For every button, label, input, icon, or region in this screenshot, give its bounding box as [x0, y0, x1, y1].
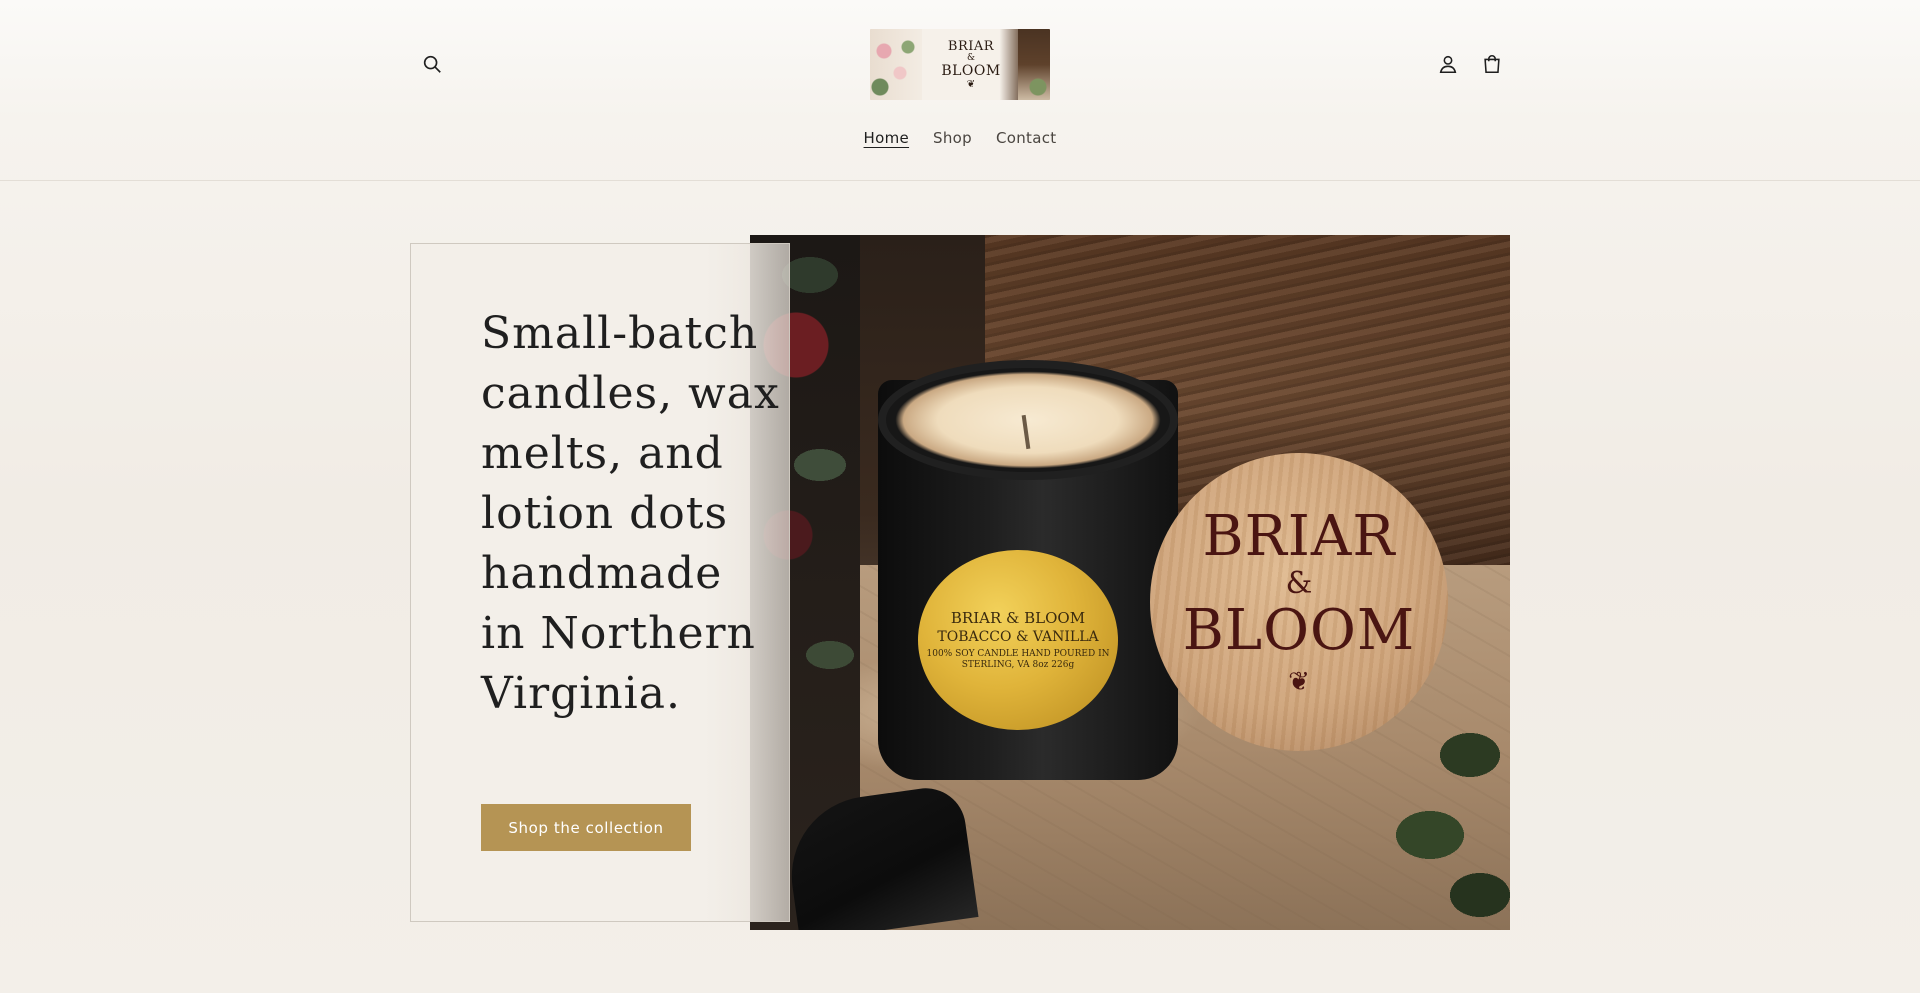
hero-headline: Small-batch candles, wax melts, and loti…: [481, 308, 780, 719]
lid-text-bloom: BLOOM: [1182, 598, 1416, 663]
logo-text-bloom: BLOOM: [941, 62, 1001, 79]
search-button[interactable]: [416, 48, 448, 80]
candle-jar: BRIAR & BLOOM TOBACCO & VANILLA 100% SOY…: [878, 360, 1178, 780]
candle-label-scent: TOBACCO & VANILLA: [937, 629, 1099, 646]
nav-link-home[interactable]: Home: [852, 127, 922, 149]
nav-link-contact[interactable]: Contact: [984, 127, 1068, 149]
logo-text-briar: BRIAR: [947, 38, 995, 54]
store-logo[interactable]: BRIAR & BLOOM ❦: [870, 29, 1050, 100]
lid-text-ampersand: &: [1285, 566, 1313, 601]
logo-flourish: ❦: [966, 78, 976, 90]
cart-icon: [1484, 55, 1500, 74]
search-icon: [423, 55, 441, 73]
nav-link-shop[interactable]: Shop: [921, 127, 984, 149]
cart-button[interactable]: [1476, 48, 1508, 80]
lid-flourish: ❦: [1288, 667, 1310, 697]
main-navigation: Home Shop Contact: [0, 127, 1920, 149]
lid-text-briar: BRIAR: [1202, 504, 1396, 569]
site-header: BRIAR & BLOOM ❦ Home Shop Contact: [0, 0, 1920, 181]
ivy-leaves-decoration: [1370, 715, 1510, 930]
logo-flowers-decoration: [870, 29, 922, 100]
candle-label-detail: 100% SOY CANDLE HAND POURED IN STERLING,…: [926, 649, 1110, 670]
logo-plaque: BRIAR & BLOOM ❦: [926, 29, 1016, 100]
user-icon: [1439, 55, 1457, 74]
hero-text-card: Small-batch candles, wax melts, and loti…: [410, 243, 790, 922]
logo-text-ampersand: &: [966, 52, 975, 63]
shop-collection-button[interactable]: Shop the collection: [481, 804, 691, 851]
logo-wood-decoration: [1018, 29, 1050, 100]
candle-label: BRIAR & BLOOM TOBACCO & VANILLA 100% SOY…: [918, 550, 1118, 730]
candle-wax-top: [878, 360, 1178, 480]
account-button[interactable]: [1432, 48, 1464, 80]
candle-label-brand: BRIAR & BLOOM: [950, 608, 1086, 627]
hero-candle-image: BRIAR & BLOOM TOBACCO & VANILLA 100% SOY…: [750, 235, 1510, 930]
candle-lid: BRIAR & BLOOM ❦: [1150, 453, 1448, 751]
